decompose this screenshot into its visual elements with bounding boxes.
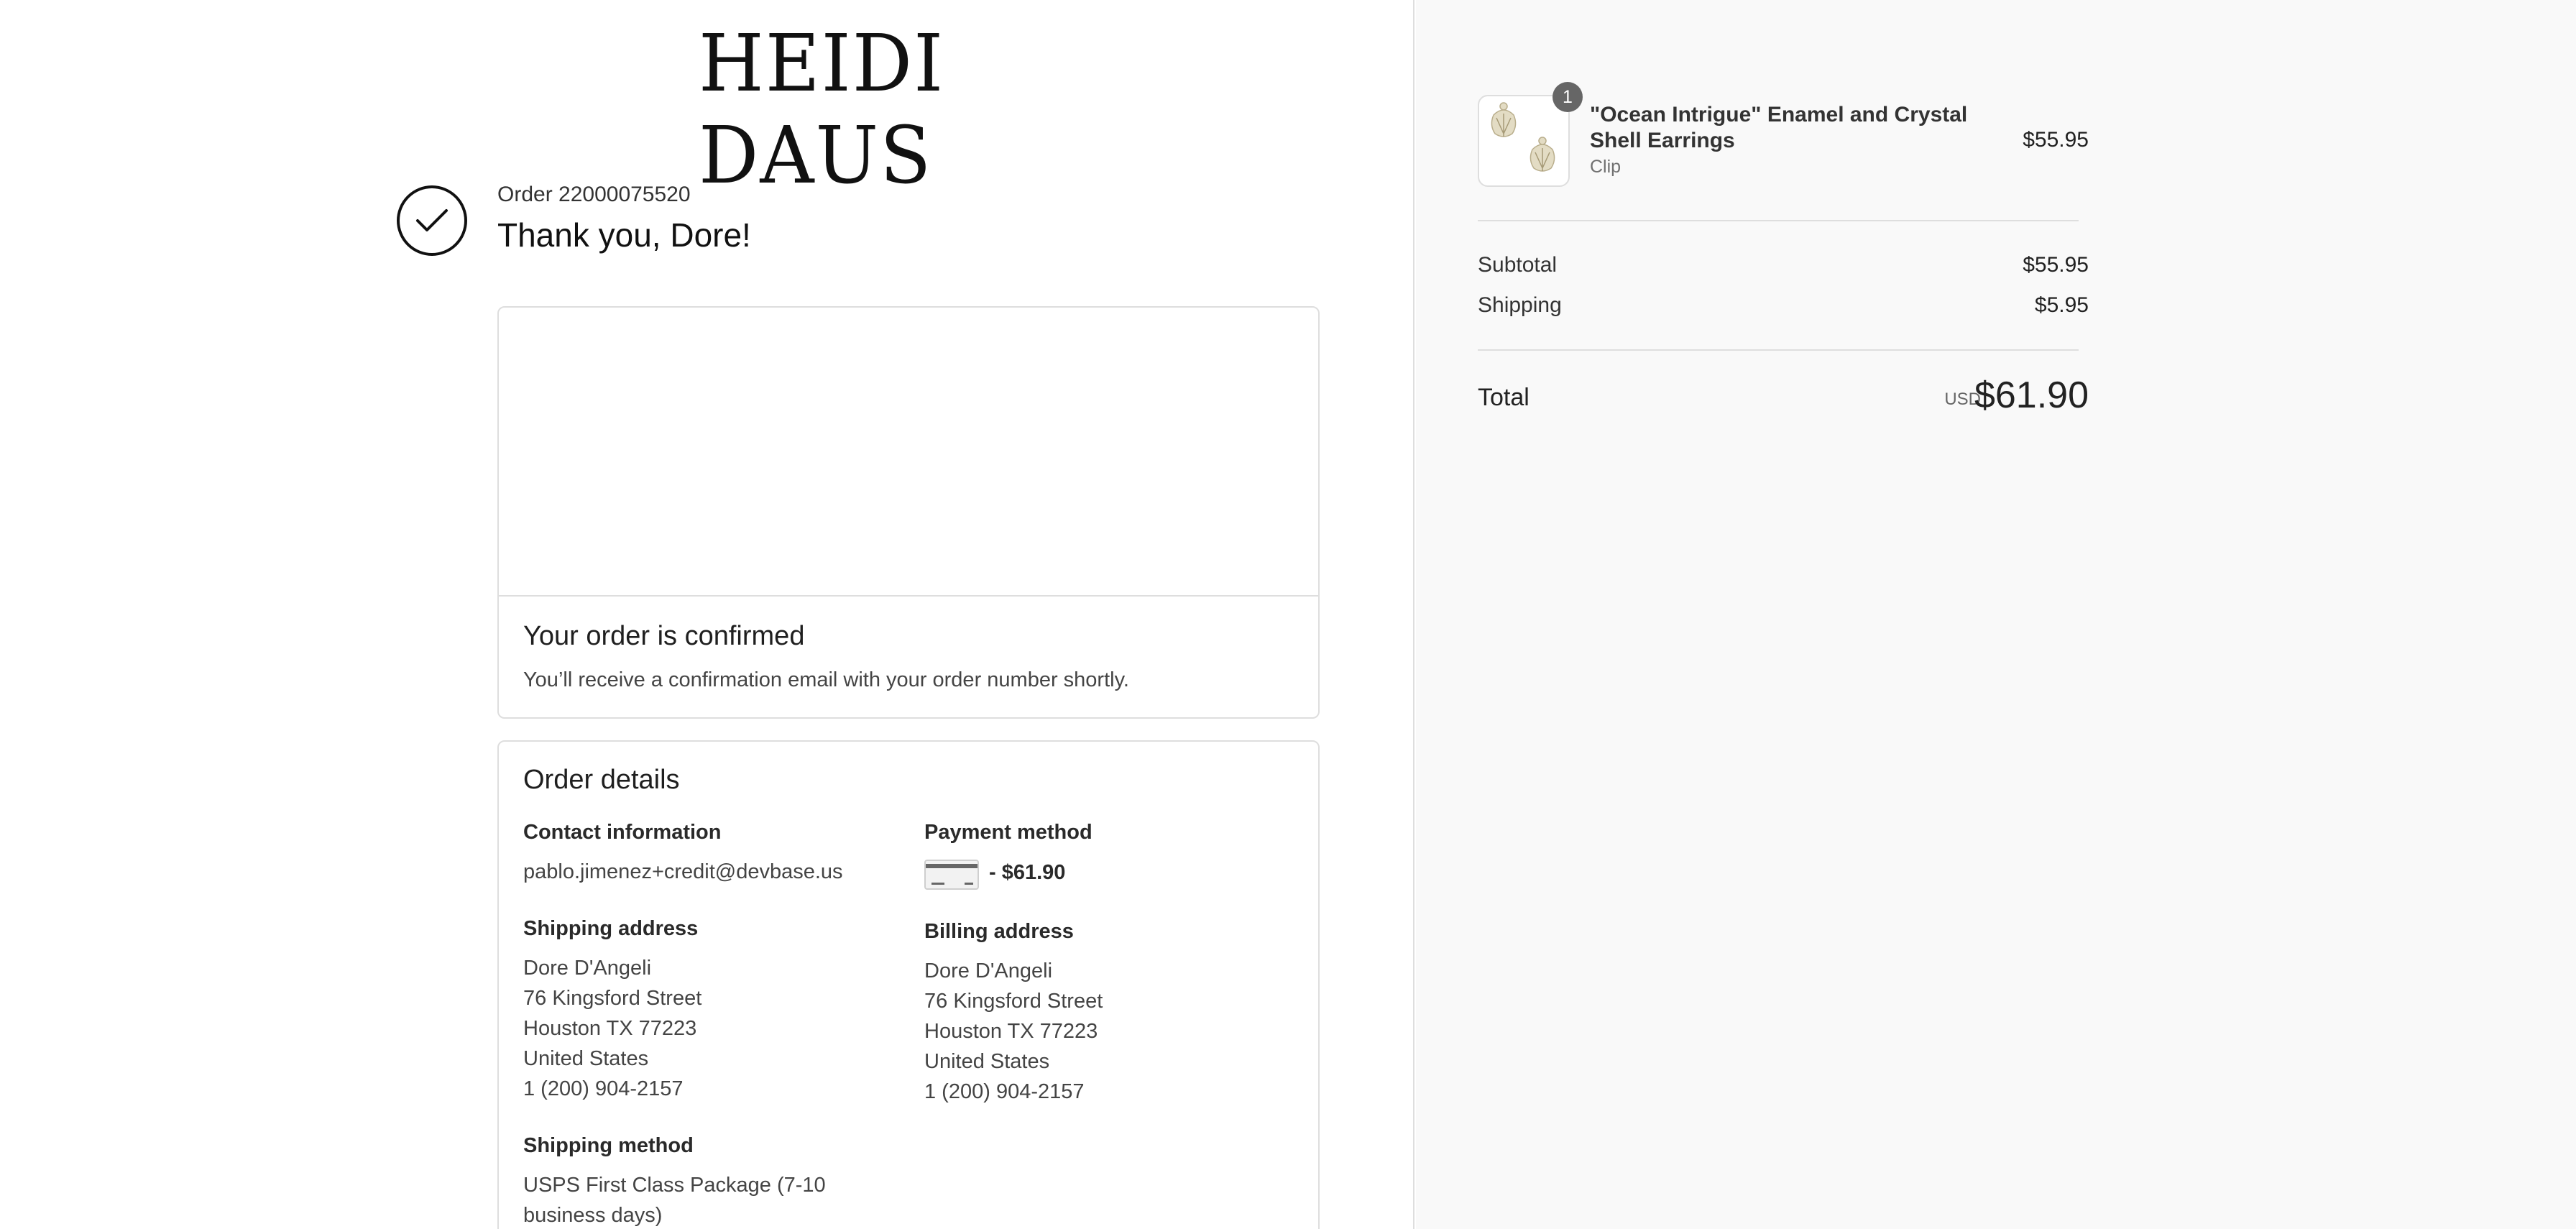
order-summary-panel: 1 "Ocean Intrigue" Enamel and Crystal Sh… [1416, 0, 2576, 1229]
billing-address-label: Billing address [924, 920, 1074, 943]
total-label: Total [1478, 384, 1530, 411]
order-number: Order 22000075520 [497, 183, 691, 206]
shipping-value: $5.95 [2034, 293, 2089, 317]
shipping-method: USPS First Class Package (7-10 business … [523, 1170, 826, 1229]
brand-logo[interactable]: HEIDI DAUS [699, 17, 1118, 201]
divider [1478, 349, 2079, 351]
confirmation-text: You’ll receive a confirmation email with… [523, 668, 1129, 691]
contact-info-label: Contact information [523, 821, 722, 844]
address-line: Houston TX 77223 [924, 1020, 1098, 1043]
shipping-method-line: USPS First Class Package (7-10 [523, 1174, 826, 1197]
payment-method-label: Payment method [924, 821, 1092, 844]
confirmation-card: Your order is confirmed You’ll receive a… [497, 306, 1320, 719]
product-thumbnail [1478, 95, 1570, 187]
shipping-address-label: Shipping address [523, 917, 699, 940]
credit-card-icon [924, 860, 979, 890]
address-line: United States [523, 1047, 649, 1070]
address-line: 76 Kingsford Street [924, 990, 1103, 1013]
earrings-image [1491, 102, 1555, 172]
address-line: Dore D'Angeli [924, 959, 1053, 982]
order-details-card: Order details Contact information pablo.… [497, 740, 1320, 1229]
shipping-label: Shipping [1478, 293, 1562, 317]
product-price: $55.95 [2023, 128, 2089, 152]
product-name-line: "Ocean Intrigue" Enamel and Crystal [1590, 103, 1968, 126]
address-line: Houston TX 77223 [523, 1017, 697, 1040]
contact-email: pablo.jimenez+credit@devbase.us [523, 860, 843, 883]
product-name-line: Shell Earrings [1590, 129, 1735, 152]
main-panel: HEIDI DAUS Order 22000075520 Thank you, … [0, 0, 1414, 1229]
address-line: 1 (200) 904-2157 [523, 1077, 684, 1100]
shipping-method-label: Shipping method [523, 1134, 694, 1157]
product-variant: Clip [1590, 157, 1622, 177]
subtotal-value: $55.95 [2023, 253, 2089, 277]
divider [1478, 220, 2079, 221]
address-line: Dore D'Angeli [523, 957, 652, 980]
address-line: 76 Kingsford Street [523, 987, 702, 1010]
thank-you-heading: Thank you, Dore! [497, 216, 751, 254]
address-line: United States [924, 1050, 1050, 1073]
quantity-badge: 1 [1552, 82, 1583, 112]
confirmation-title: Your order is confirmed [523, 621, 805, 651]
payment-amount: - $61.90 [989, 861, 1066, 884]
shipping-address: Dore D'Angeli 76 Kingsford Street Housto… [523, 953, 702, 1104]
map-area [499, 308, 1318, 597]
order-details-title: Order details [523, 765, 680, 795]
total-value: $61.90 [1974, 374, 2089, 416]
checkmark-icon [397, 185, 467, 256]
product-name: "Ocean Intrigue" Enamel and Crystal Shel… [1590, 102, 1992, 154]
address-line: 1 (200) 904-2157 [924, 1080, 1085, 1103]
billing-address: Dore D'Angeli 76 Kingsford Street Housto… [924, 956, 1103, 1107]
shipping-method-line: business days) [523, 1204, 663, 1227]
subtotal-label: Subtotal [1478, 253, 1558, 277]
